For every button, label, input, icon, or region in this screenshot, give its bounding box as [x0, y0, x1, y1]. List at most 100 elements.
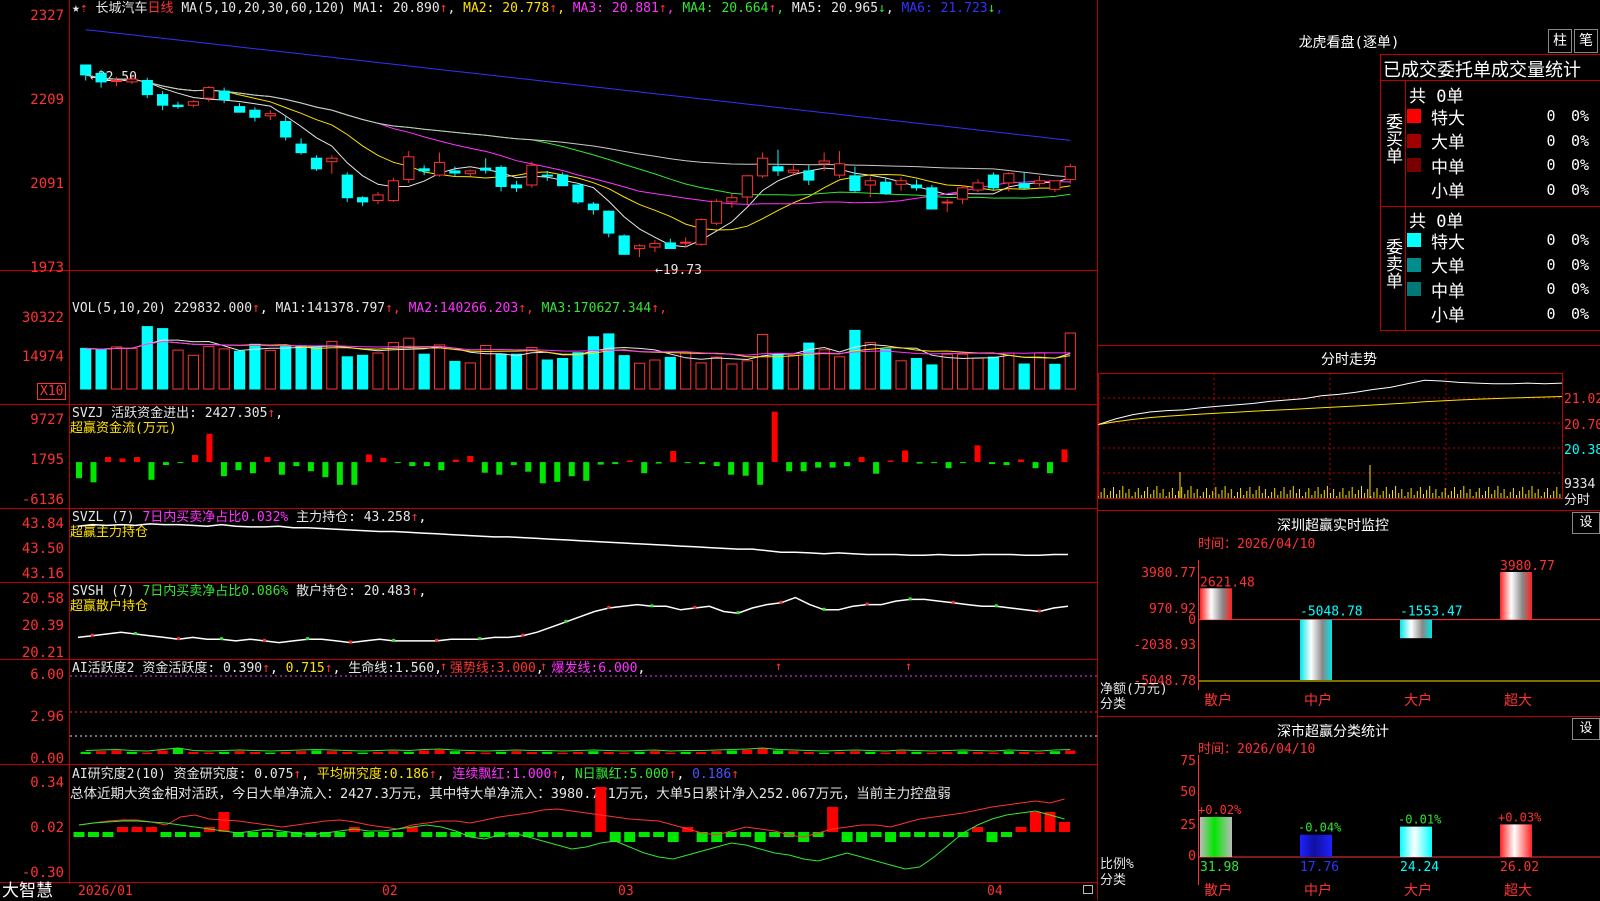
candlestick-chart — [80, 29, 1076, 258]
candle — [987, 174, 999, 189]
ai-active-bar — [1003, 751, 1014, 754]
buy-order-name: 中单 — [1431, 157, 1465, 178]
ai-active-bar — [1065, 750, 1076, 754]
buy-order-pct: 0% — [1571, 156, 1590, 174]
candle — [587, 203, 599, 211]
ai-active-bar — [172, 748, 184, 754]
buy-order-count: 0 — [1546, 156, 1556, 174]
svzj-bar — [916, 462, 923, 464]
sz-stat-change: +0.02% — [1198, 803, 1242, 817]
bar-mode-button[interactable]: 柱 — [1548, 29, 1572, 53]
order-table: 已成交委托单成交量统计 委买单 委卖单 共 0单 共 0单 特大 0 0% 大单 0 0%… — [1380, 54, 1600, 331]
svzj-bar — [612, 462, 619, 465]
volume-bar — [510, 353, 523, 390]
sell-order-swatch — [1407, 257, 1421, 272]
sell-order-count: 0 — [1546, 304, 1556, 323]
candle — [218, 90, 230, 101]
intraday-title: 分时走势 — [1321, 352, 1377, 368]
svsh-line — [77, 596, 1069, 644]
sz-stat-category: 大户 — [1404, 882, 1432, 899]
volume-bar — [603, 333, 615, 390]
sz-stat-bar — [1300, 834, 1332, 857]
ai-research-bar — [870, 832, 882, 837]
ai-research-bar — [102, 832, 114, 837]
candle — [895, 180, 907, 185]
pen-mode-button[interactable]: 笔 — [1574, 29, 1598, 53]
vol-axis-label: 30322 — [21, 310, 64, 326]
sz-axis-label: 3980.77 — [1141, 566, 1196, 581]
x-axis-label: 04 — [987, 884, 1003, 899]
svzj-bar — [757, 462, 764, 485]
intraday-chart — [1098, 373, 1563, 499]
sz-stat-axis-label: 0 — [1188, 849, 1196, 864]
volume-bar — [757, 333, 769, 390]
sz-monitor-settings-button[interactable]: 设 — [1572, 512, 1600, 534]
volume-bar — [834, 356, 846, 390]
sz-stat-change: -0.04% — [1298, 821, 1342, 835]
main-axis-label: 1973 — [30, 260, 64, 276]
order-table-title: 已成交委托单成交量统计 — [1383, 60, 1581, 81]
candle — [341, 174, 353, 199]
buy-order-row: 中单 0 0% — [1407, 153, 1600, 178]
ai-active-bar — [496, 751, 507, 754]
svzj-bar — [554, 462, 561, 482]
sz-stat-bar — [1200, 816, 1232, 857]
candle — [280, 121, 292, 138]
volume-bar — [280, 345, 292, 390]
ai-active-bar — [1034, 752, 1045, 754]
ai-research-bar — [566, 832, 578, 837]
svzj-bar — [235, 462, 242, 471]
sz-stat-settings-button[interactable]: 设 — [1572, 718, 1600, 740]
svsh-axis-label: 20.21 — [21, 645, 64, 661]
volume-bar — [480, 345, 492, 390]
ma120-line — [85, 29, 1071, 141]
svzj-bar — [119, 458, 126, 462]
candle — [803, 170, 815, 181]
ai-active-bar — [526, 751, 537, 754]
ai-active-bar — [388, 751, 399, 754]
sz-stat-ratio: 24.24 — [1400, 860, 1439, 875]
ai-active-bar — [296, 751, 307, 754]
ai-research-bar — [972, 827, 984, 832]
volume-bar — [741, 360, 753, 390]
candle — [572, 184, 584, 203]
svzj-bar — [626, 460, 633, 462]
svsh-tick — [693, 606, 697, 610]
sell-order-name: 特大 — [1431, 232, 1465, 253]
svzj-bar — [394, 462, 401, 464]
ai-active-bar — [1049, 751, 1060, 754]
ai-research-bar — [131, 827, 143, 832]
svzj-bar — [148, 462, 155, 480]
ai-active-bar — [972, 751, 984, 754]
svzj-bar — [90, 462, 97, 483]
volume-bar — [326, 340, 338, 390]
sell-order-swatch — [1407, 282, 1421, 296]
volume-bar — [157, 328, 169, 390]
volume-bar — [587, 336, 599, 390]
buy-order-name: 小单 — [1431, 182, 1465, 202]
ai-active-bar — [742, 749, 753, 754]
svzj-bar — [583, 462, 590, 481]
brand-label[interactable]: 大智慧 — [2, 882, 53, 900]
candle — [910, 184, 923, 189]
ai-active-bar — [849, 751, 860, 754]
svsh-tick — [564, 619, 568, 623]
lock-icon[interactable] — [1083, 885, 1093, 894]
sell-order-pct: 0% — [1571, 255, 1590, 274]
ai-active-bar — [557, 752, 568, 754]
svsh-tick — [478, 637, 482, 641]
intraday-axis-label: 21.02 — [1564, 392, 1600, 407]
candle — [1049, 180, 1061, 190]
svsh-tick — [994, 604, 998, 608]
ai-active-bar — [619, 752, 630, 754]
candle — [203, 87, 215, 99]
ai-active-bar — [372, 751, 384, 754]
candle — [234, 106, 246, 113]
ai-research-bar — [479, 832, 491, 837]
svzj-bar — [438, 462, 445, 471]
svzj-bar — [293, 462, 300, 467]
buy-order-count: 0 — [1546, 131, 1556, 150]
ai-research-bar — [899, 832, 911, 837]
candle — [864, 180, 876, 186]
svzl-line — [77, 523, 1068, 556]
